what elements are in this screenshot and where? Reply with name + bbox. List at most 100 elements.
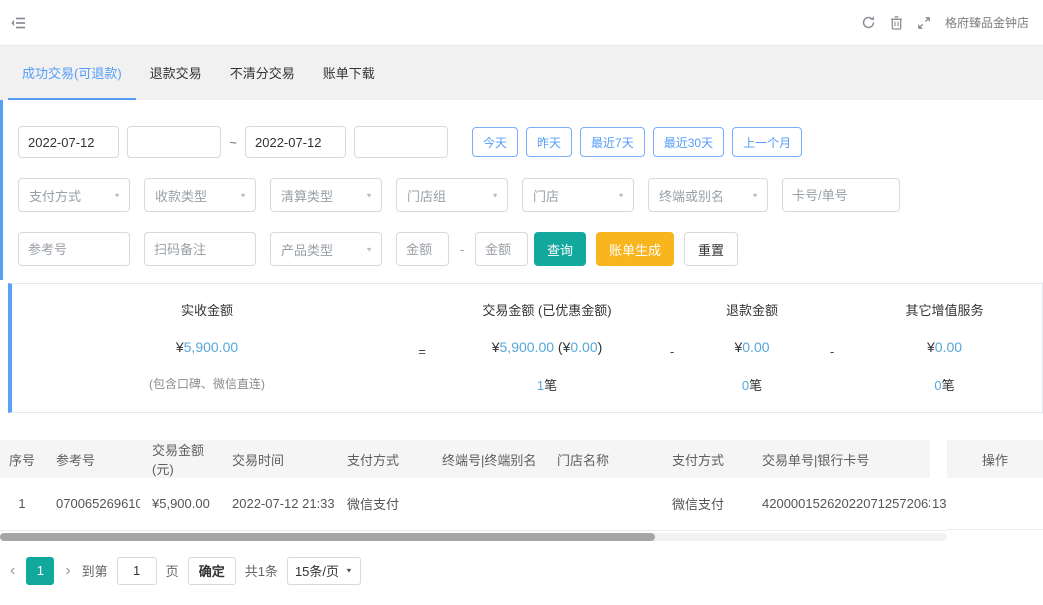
store-name: 格府臻品金钟店 (944, 16, 1029, 30)
tab-refund-transactions[interactable]: 退款交易 (136, 46, 216, 100)
summary-amount: ¥0.00 (926, 339, 963, 355)
store-select[interactable]: 门店 ▼ (522, 178, 634, 212)
tab-label: 退款交易 (149, 65, 202, 81)
filter-row-selects: 支付方式 ▼ 收款类型 ▼ 清算类型 ▼ 门店组 ▼ 门店 ▼ 终端或别名 ▼ (18, 178, 1043, 212)
summary-amount: ¥5,900.00 (¥0.00) (491, 339, 603, 355)
quick-last7days-button[interactable]: 最近7天 (580, 127, 645, 157)
product-type-select[interactable]: 产品类型 ▼ (270, 232, 382, 266)
summary-separator-minus: - (829, 344, 835, 359)
chevron-down-icon: ▼ (345, 566, 353, 575)
summary-label: 交易金额 (已优惠金额) (482, 303, 612, 318)
quick-lastmonth-button[interactable]: 上一个月 (732, 127, 803, 157)
chevron-down-icon: ▼ (617, 191, 625, 199)
quick-today-button[interactable]: 今天 (472, 127, 519, 157)
receipt-type-select[interactable]: 收款类型 ▼ (144, 178, 256, 212)
select-label: 清算类型 (281, 188, 334, 204)
quick-yesterday-button[interactable]: 昨天 (526, 127, 573, 157)
quick-last30days-button[interactable]: 最近30天 (652, 127, 725, 157)
confirm-page-button[interactable]: 确定 (187, 556, 236, 585)
col-header-terminal: 终端号|终端别名 (430, 440, 545, 478)
summary-separator-minus: - (669, 344, 675, 359)
scan-note-input[interactable] (144, 232, 256, 266)
start-time-input[interactable] (127, 126, 221, 158)
summary-amount: ¥5,900.00 (175, 339, 239, 355)
select-label: 产品类型 (281, 242, 334, 258)
chevron-down-icon: ▼ (113, 191, 121, 199)
topbar-actions: 格府臻品金钟店 (861, 14, 1029, 31)
summary-separator-equals: = (418, 344, 426, 359)
tab-bill-download[interactable]: 账单下载 (309, 46, 389, 100)
ref-no-input[interactable] (18, 232, 130, 266)
page-size-label: 15条/页 (294, 564, 340, 579)
select-label: 支付方式 (29, 188, 82, 204)
end-time-input[interactable] (354, 126, 448, 158)
date-range-separator: ~ (229, 134, 237, 150)
horizontal-scrollbar-thumb[interactable] (0, 532, 655, 541)
filter-panel: ~ 今天 昨天 最近7天 最近30天 上一个月 支付方式 ▼ 收款类型 ▼ 清算类型… (0, 100, 1043, 280)
quick-range-buttons: 今天 昨天 最近7天 最近30天 上一个月 (472, 127, 803, 157)
reset-button[interactable]: 重置 (684, 232, 739, 266)
col-header-time: 交易时间 (220, 440, 335, 478)
next-page-icon[interactable]: › (63, 562, 72, 580)
amount-separator: - (459, 241, 465, 257)
chevron-down-icon: ▼ (239, 191, 247, 199)
cell-terminal (430, 478, 545, 531)
col-header-hidden (930, 440, 947, 478)
summary-refund-amount: 退款金额 ¥0.00 0笔 (692, 300, 812, 394)
select-label: 终端或别名 (659, 188, 725, 204)
terminal-alias-select[interactable]: 终端或别名 ▼ (648, 178, 768, 212)
summary-label: 其它增值服务 (905, 303, 984, 318)
table-row[interactable]: 1 070065269610 ¥5,900.00 2022-07-12 21:3… (0, 478, 947, 531)
store-group-select[interactable]: 门店组 ▼ (396, 178, 508, 212)
search-button[interactable]: 查询 (534, 232, 587, 266)
select-label: 门店组 (407, 188, 447, 204)
cell-index: 1 (0, 478, 44, 531)
col-header-store-name: 门店名称 (545, 440, 660, 478)
cell-amount: ¥5,900.00 (140, 478, 220, 531)
trash-icon[interactable] (890, 15, 903, 30)
col-header-ref-no: 参考号 (44, 440, 140, 478)
end-date-input[interactable] (245, 126, 346, 158)
cell-time: 2022-07-12 21:33:26 (220, 478, 335, 531)
goto-page-label: 到第 (81, 564, 108, 579)
col-header-order-no: 交易单号|银行卡号 (750, 440, 930, 478)
goto-page-input[interactable] (116, 556, 157, 585)
cell-order-no: 4200001526202207125720630038 (750, 478, 930, 531)
cell-ref-no: 070065269610 (44, 478, 140, 531)
generate-bill-button[interactable]: 账单生成 (596, 232, 675, 266)
page-number-button[interactable]: 1 (26, 556, 55, 585)
top-header: 格府臻品金钟店 (0, 0, 1043, 45)
tab-bar: 成功交易(可退款) 退款交易 不清分交易 账单下载 (0, 45, 1043, 100)
summary-amount: ¥0.00 (734, 339, 770, 355)
summary-panel: 实收金额 ¥5,900.00 (包含口碑、微信直连) = 交易金额 (已优惠金额… (8, 283, 1043, 413)
summary-label: 实收金额 (180, 303, 233, 318)
tab-unsettled-transactions[interactable]: 不清分交易 (216, 46, 309, 100)
amount-max-input[interactable] (475, 232, 528, 266)
prev-page-icon[interactable]: ‹ (8, 562, 17, 580)
summary-transaction-amount: 交易金额 (已优惠金额) ¥5,900.00 (¥0.00) 1笔 (442, 300, 652, 394)
fullscreen-icon[interactable] (917, 16, 931, 30)
col-header-amount: 交易金额(元) (140, 440, 220, 478)
page-unit-label: 页 (165, 564, 179, 579)
settlement-type-select[interactable]: 清算类型 ▼ (270, 178, 382, 212)
pagination-bar: ‹ 1 › 到第 页 确定 共1条 15条/页 ▼ (8, 556, 1043, 585)
tab-success-transactions[interactable]: 成功交易(可退款) (8, 46, 136, 100)
page-size-select[interactable]: 15条/页 ▼ (286, 556, 361, 585)
refresh-icon[interactable] (861, 15, 876, 30)
start-date-input[interactable] (18, 126, 119, 158)
chevron-down-icon: ▼ (491, 191, 499, 199)
transactions-table: 序号 参考号 交易金额(元) 交易时间 支付方式 终端号|终端别名 门店名称 支… (0, 440, 947, 531)
chevron-down-icon: ▼ (365, 191, 373, 199)
menu-fold-icon[interactable] (10, 15, 27, 31)
chevron-down-icon: ▼ (751, 191, 759, 199)
select-label: 门店 (533, 188, 560, 204)
select-label: 收款类型 (155, 188, 208, 204)
total-count-label: 共1条 (244, 564, 278, 579)
app-root: 格府臻品金钟店 成功交易(可退款) 退款交易 不清分交易 账单下载 ~ 今天 昨… (0, 0, 1043, 605)
card-no-input[interactable] (782, 178, 900, 212)
summary-value-added: 其它增值服务 ¥0.00 0笔 (852, 300, 1037, 394)
pay-method-select[interactable]: 支付方式 ▼ (18, 178, 130, 212)
filter-row-dates: ~ 今天 昨天 最近7天 最近30天 上一个月 (18, 126, 1043, 158)
amount-min-input[interactable] (396, 232, 449, 266)
horizontal-scrollbar-track[interactable] (0, 532, 947, 541)
